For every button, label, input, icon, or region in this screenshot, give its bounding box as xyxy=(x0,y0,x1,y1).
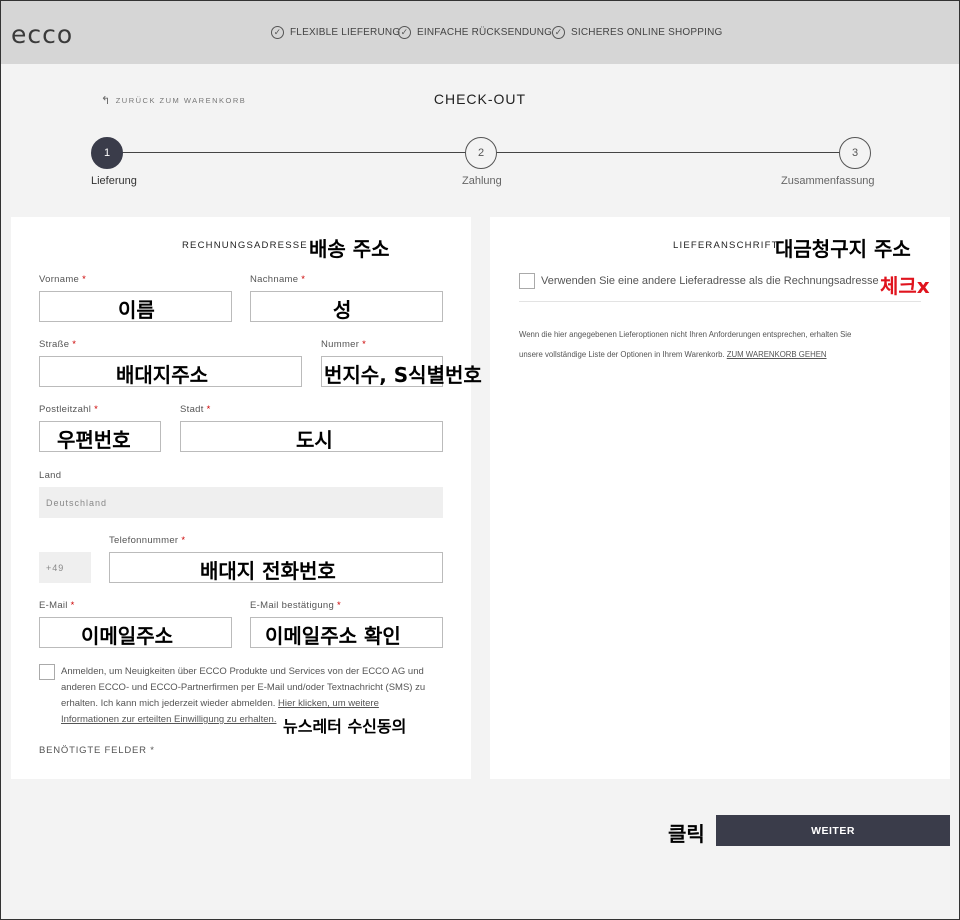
usp-flexible-delivery: ✓ FLEXIBLE LIEFERUNG xyxy=(271,26,400,39)
delivery-title: LIEFERANSCHRIFT xyxy=(673,240,779,251)
different-delivery-label: Verwenden Sie eine andere Lieferadresse … xyxy=(541,275,879,287)
email-label: E-Mail * xyxy=(39,600,75,611)
different-delivery-checkbox[interactable] xyxy=(519,273,535,289)
usp-label: EINFACHE RÜCKSENDUNG xyxy=(417,27,553,38)
continue-annotation: 클릭 xyxy=(668,822,705,846)
email-confirm-annotation: 이메일주소 확인 xyxy=(265,624,401,648)
check-circle-icon: ✓ xyxy=(271,26,284,39)
country-label: Land xyxy=(39,470,62,481)
check-circle-icon: ✓ xyxy=(552,26,565,39)
newsletter-checkbox[interactable] xyxy=(39,664,55,680)
continue-button[interactable]: WEITER xyxy=(716,815,950,846)
divider xyxy=(519,301,921,302)
usp-easy-return: ✓ EINFACHE RÜCKSENDUNG xyxy=(398,26,552,39)
phone-label: Telefonnummer * xyxy=(109,535,186,546)
step-2-circle: 2 xyxy=(465,137,497,169)
billing-address-panel: RECHNUNGSADRESSE 배송 주소 Vorname * 이름 Nach… xyxy=(11,217,471,779)
go-to-cart-link[interactable]: ZUM WARENKORB GEHEN xyxy=(727,350,827,359)
check-circle-icon: ✓ xyxy=(398,26,411,39)
newsletter-annotation: 뉴스레터 수신동의 xyxy=(283,717,407,736)
delivery-address-panel: LIEFERANSCHRIFT 대금청구지 주소 Verwenden Sie e… xyxy=(490,217,950,779)
newsletter-info-link-2[interactable]: Informationen zur erteilten Einwilligung… xyxy=(61,714,276,725)
step-2-label: Zahlung xyxy=(462,175,502,187)
firstname-label: Vorname * xyxy=(39,274,87,285)
step-1-label: Lieferung xyxy=(91,175,137,187)
email-confirm-label: E-Mail bestätigung * xyxy=(250,600,342,611)
ecco-logo[interactable]: ecco xyxy=(11,20,73,49)
newsletter-info-link-1[interactable]: Hier klicken, um weitere xyxy=(278,698,379,709)
city-label: Stadt * xyxy=(180,404,211,415)
street-label: Straße * xyxy=(39,339,77,350)
phone-prefix-field: +49 xyxy=(39,552,91,583)
page-title: CHECK-OUT xyxy=(433,91,527,107)
firstname-annotation: 이름 xyxy=(118,298,155,322)
delivery-title-annotation: 대금청구지 주소 xyxy=(775,237,911,261)
usp-secure-shopping: ✓ SICHERES ONLINE SHOPPING xyxy=(552,26,723,39)
step-1-circle: 1 xyxy=(91,137,123,169)
usp-label: SICHERES ONLINE SHOPPING xyxy=(571,27,723,38)
zip-label: Postleitzahl * xyxy=(39,404,99,415)
number-annotation: 번지수, S식별번호 xyxy=(324,363,482,387)
phone-annotation: 배대지 전화번호 xyxy=(200,559,336,583)
city-annotation: 도시 xyxy=(296,428,333,452)
lastname-annotation: 성 xyxy=(333,298,352,322)
billing-title-annotation: 배송 주소 xyxy=(309,237,390,261)
number-label: Nummer * xyxy=(321,339,367,350)
different-delivery-annotation: 체크x xyxy=(880,274,930,298)
usp-label: FLEXIBLE LIEFERUNG xyxy=(290,27,401,38)
delivery-info-text: Wenn die hier angegebenen Lieferoptionen… xyxy=(519,330,852,359)
zip-annotation: 우편번호 xyxy=(57,428,131,452)
street-annotation: 배대지주소 xyxy=(116,363,208,387)
required-fields-note: BENÖTIGTE FELDER * xyxy=(39,745,155,756)
country-field: Deutschland xyxy=(39,487,443,518)
step-3-label: Zusammenfassung xyxy=(781,175,875,187)
top-header: ecco ✓ FLEXIBLE LIEFERUNG ✓ EINFACHE RÜC… xyxy=(1,1,959,64)
lastname-label: Nachname * xyxy=(250,274,306,285)
billing-title: RECHNUNGSADRESSE xyxy=(182,240,308,251)
email-annotation: 이메일주소 xyxy=(81,624,173,648)
step-3-circle: 3 xyxy=(839,137,871,169)
